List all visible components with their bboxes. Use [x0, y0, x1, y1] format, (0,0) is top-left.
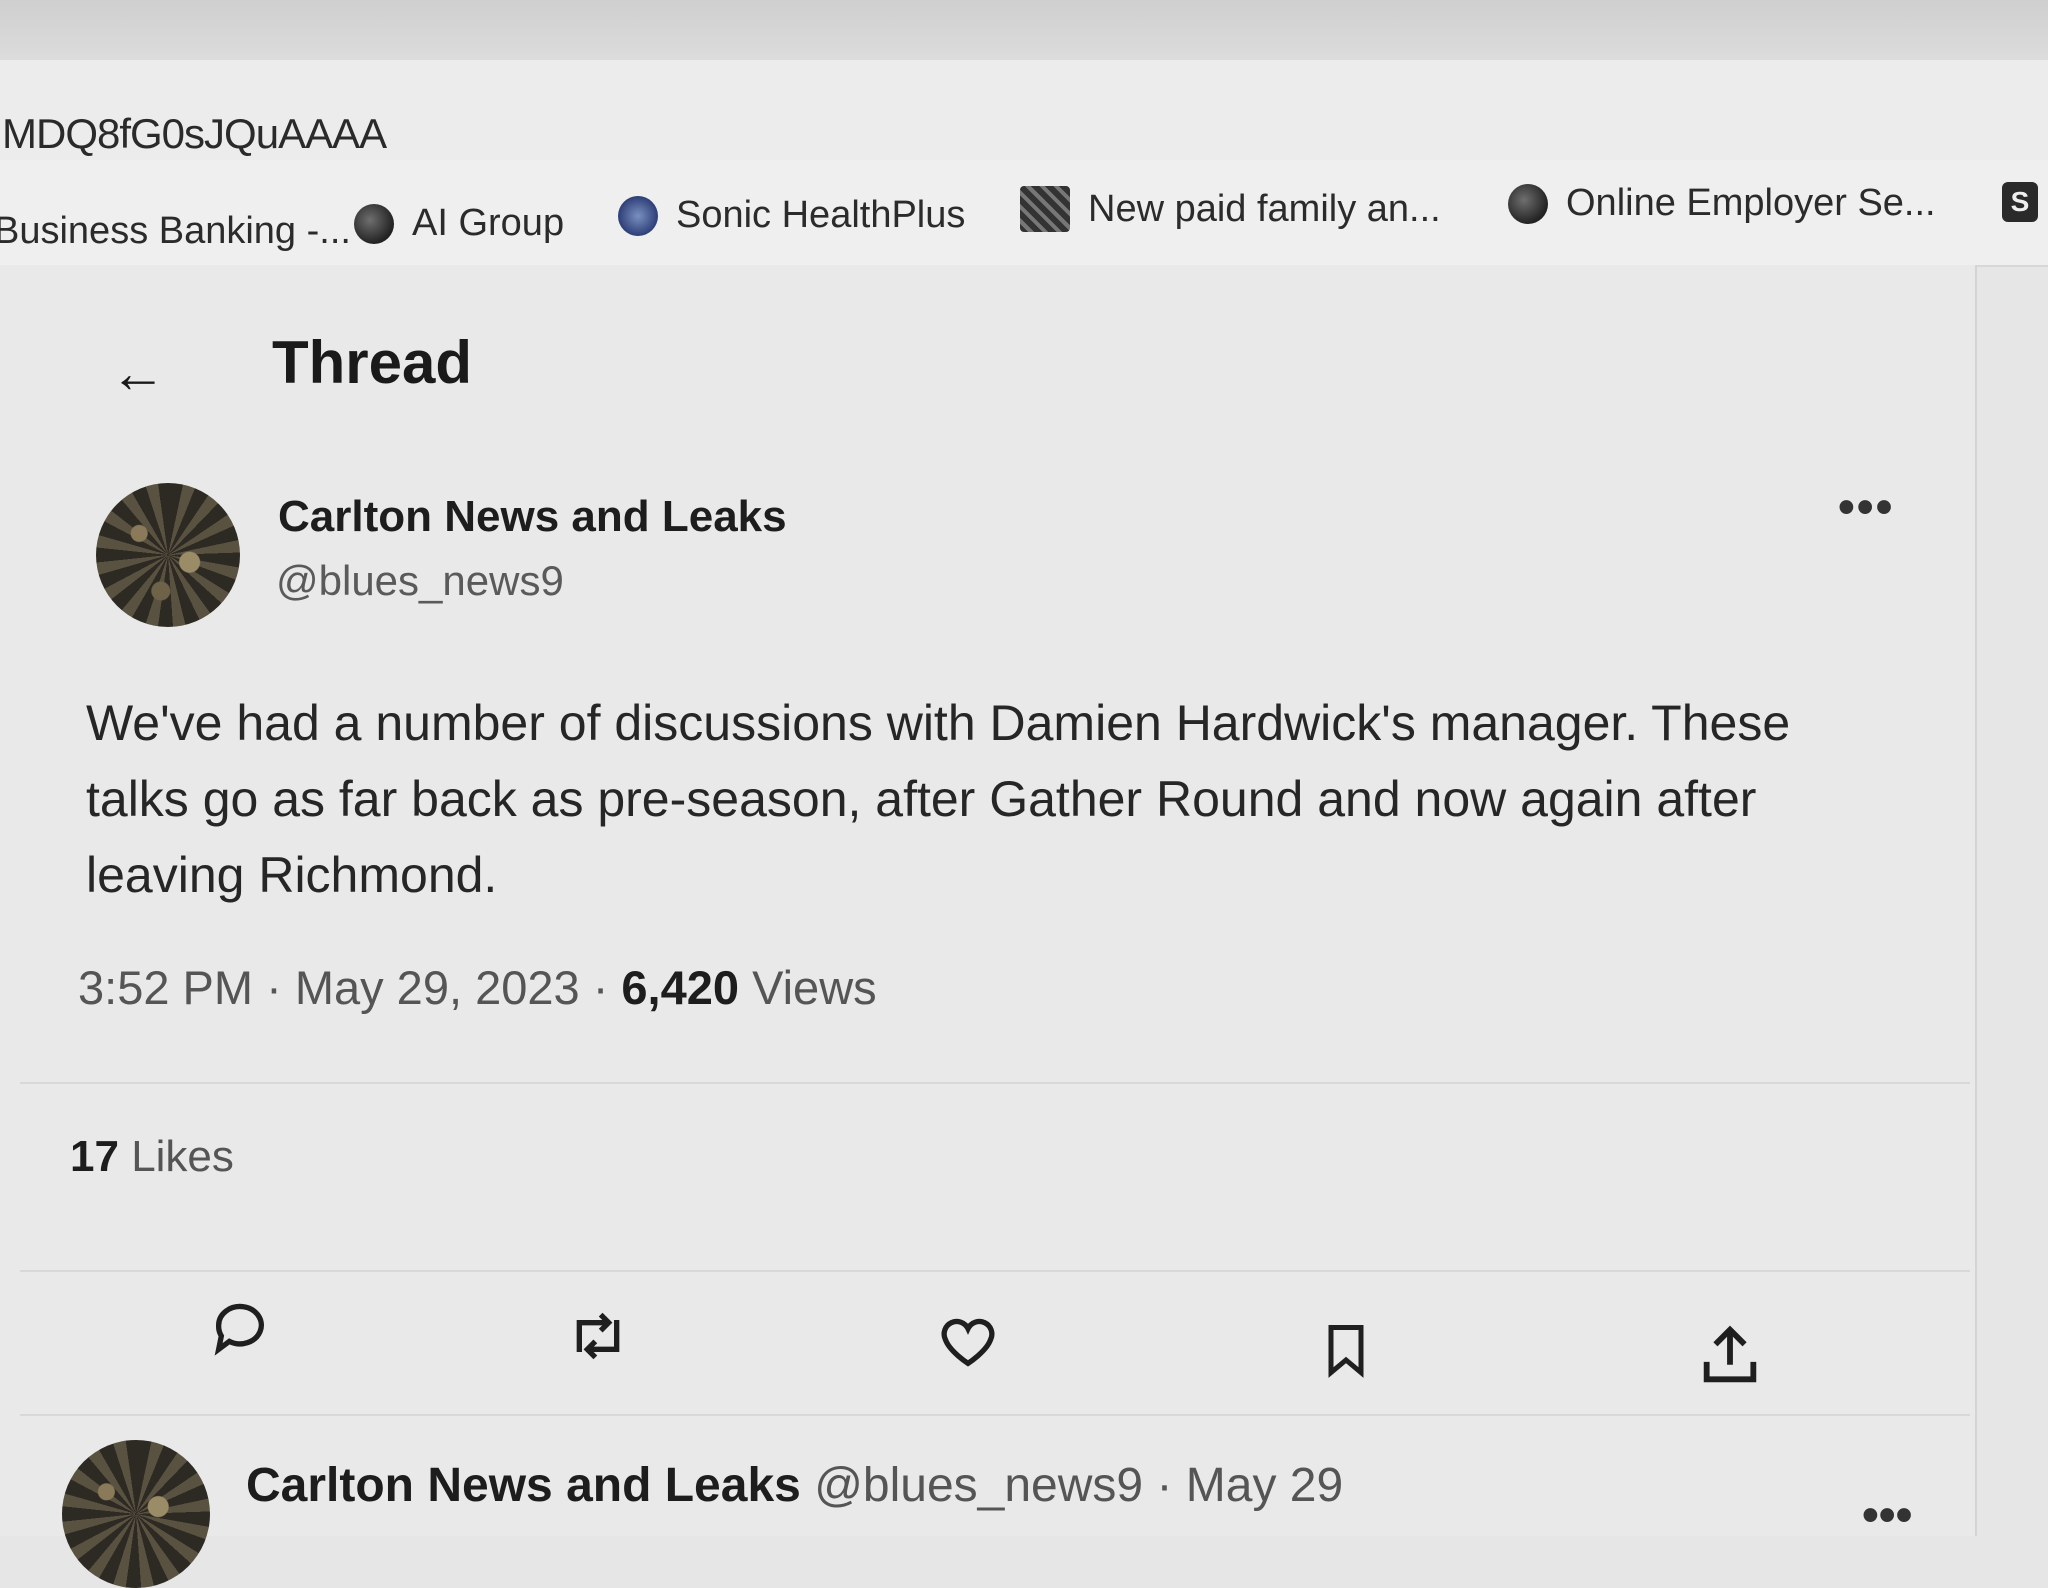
share-icon [1703, 1325, 1757, 1383]
page-title: Thread [272, 329, 473, 396]
site-favicon-icon [1020, 186, 1070, 232]
globe-icon [354, 203, 394, 244]
bookmark-business-banking[interactable]: Business Banking -... [0, 210, 351, 253]
avatar[interactable] [96, 483, 240, 627]
sonic-logo-icon [618, 195, 658, 236]
retweet-button[interactable] [558, 1296, 638, 1376]
retweet-icon [576, 1312, 620, 1360]
more-options-icon[interactable]: ••• [1838, 480, 1894, 535]
globe-icon [1508, 183, 1548, 224]
reply-handle[interactable]: @blues_news9 [814, 1459, 1143, 1512]
bookmark-sharepoint[interactable]: S [2002, 182, 2038, 222]
bookmarks-bar: Business Banking -... AI Group Sonic Hea… [0, 160, 2048, 267]
bookmark-new-paid-family[interactable]: New paid family an... [1020, 186, 1441, 232]
divider [20, 1082, 1970, 1084]
likes-link[interactable]: 17 Likes [70, 1132, 234, 1182]
tweet-date[interactable]: May 29, 2023 [295, 961, 580, 1014]
meta-separator: · [266, 961, 295, 1014]
reply-header: Carlton News and Leaks @blues_news9 · Ma… [246, 1458, 1343, 1513]
address-bar-text[interactable]: MDQ8fG0sJQuAAAA [2, 110, 387, 158]
author-display-name[interactable]: Carlton News and Leaks [278, 492, 787, 542]
views-count: 6,420 [621, 961, 740, 1014]
tweet-time[interactable]: 3:52 PM [78, 961, 253, 1014]
bookmark-icon [1328, 1325, 1364, 1378]
like-button[interactable] [928, 1302, 1008, 1382]
bookmark-label: Online Employer Se... [1566, 182, 1936, 224]
browser-titlebar [0, 0, 2048, 60]
views-label: Views [752, 961, 877, 1014]
meta-separator: · [592, 961, 622, 1014]
back-arrow-icon[interactable]: ← [110, 340, 166, 405]
reply-separator: · [1156, 1459, 1173, 1512]
share-button[interactable] [1690, 1316, 1770, 1396]
reply-display-name[interactable]: Carlton News and Leaks [246, 1459, 801, 1512]
divider [20, 1270, 1970, 1272]
tweet-meta: 3:52 PM · May 29, 2023 · 6,420 Views [78, 960, 877, 1015]
reply-icon [214, 1303, 264, 1356]
bookmark-label: Business Banking -... [0, 210, 351, 252]
tweet-text: We've had a number of discussions with D… [86, 695, 1791, 903]
sharepoint-icon: S [2002, 182, 2038, 222]
reply-date[interactable]: May 29 [1186, 1459, 1343, 1512]
bookmark-button[interactable] [1306, 1310, 1386, 1390]
bookmark-label: New paid family an... [1088, 187, 1441, 230]
bookmark-sonic-healthplus[interactable]: Sonic HealthPlus [618, 194, 965, 237]
bookmark-online-employer[interactable]: Online Employer Se... [1508, 182, 1936, 225]
author-handle[interactable]: @blues_news9 [276, 557, 564, 605]
likes-label: Likes [131, 1132, 234, 1181]
reply-button[interactable] [200, 1288, 280, 1368]
bookmark-label: AI Group [412, 202, 565, 244]
more-options-icon[interactable]: ••• [1862, 1488, 1912, 1543]
divider [20, 1414, 1970, 1416]
bookmark-ai-group[interactable]: AI Group [354, 202, 564, 245]
bookmark-label: Sonic HealthPlus [676, 194, 966, 236]
heart-icon [941, 1318, 995, 1367]
reply-avatar[interactable] [62, 1440, 210, 1588]
likes-count: 17 [70, 1132, 119, 1181]
